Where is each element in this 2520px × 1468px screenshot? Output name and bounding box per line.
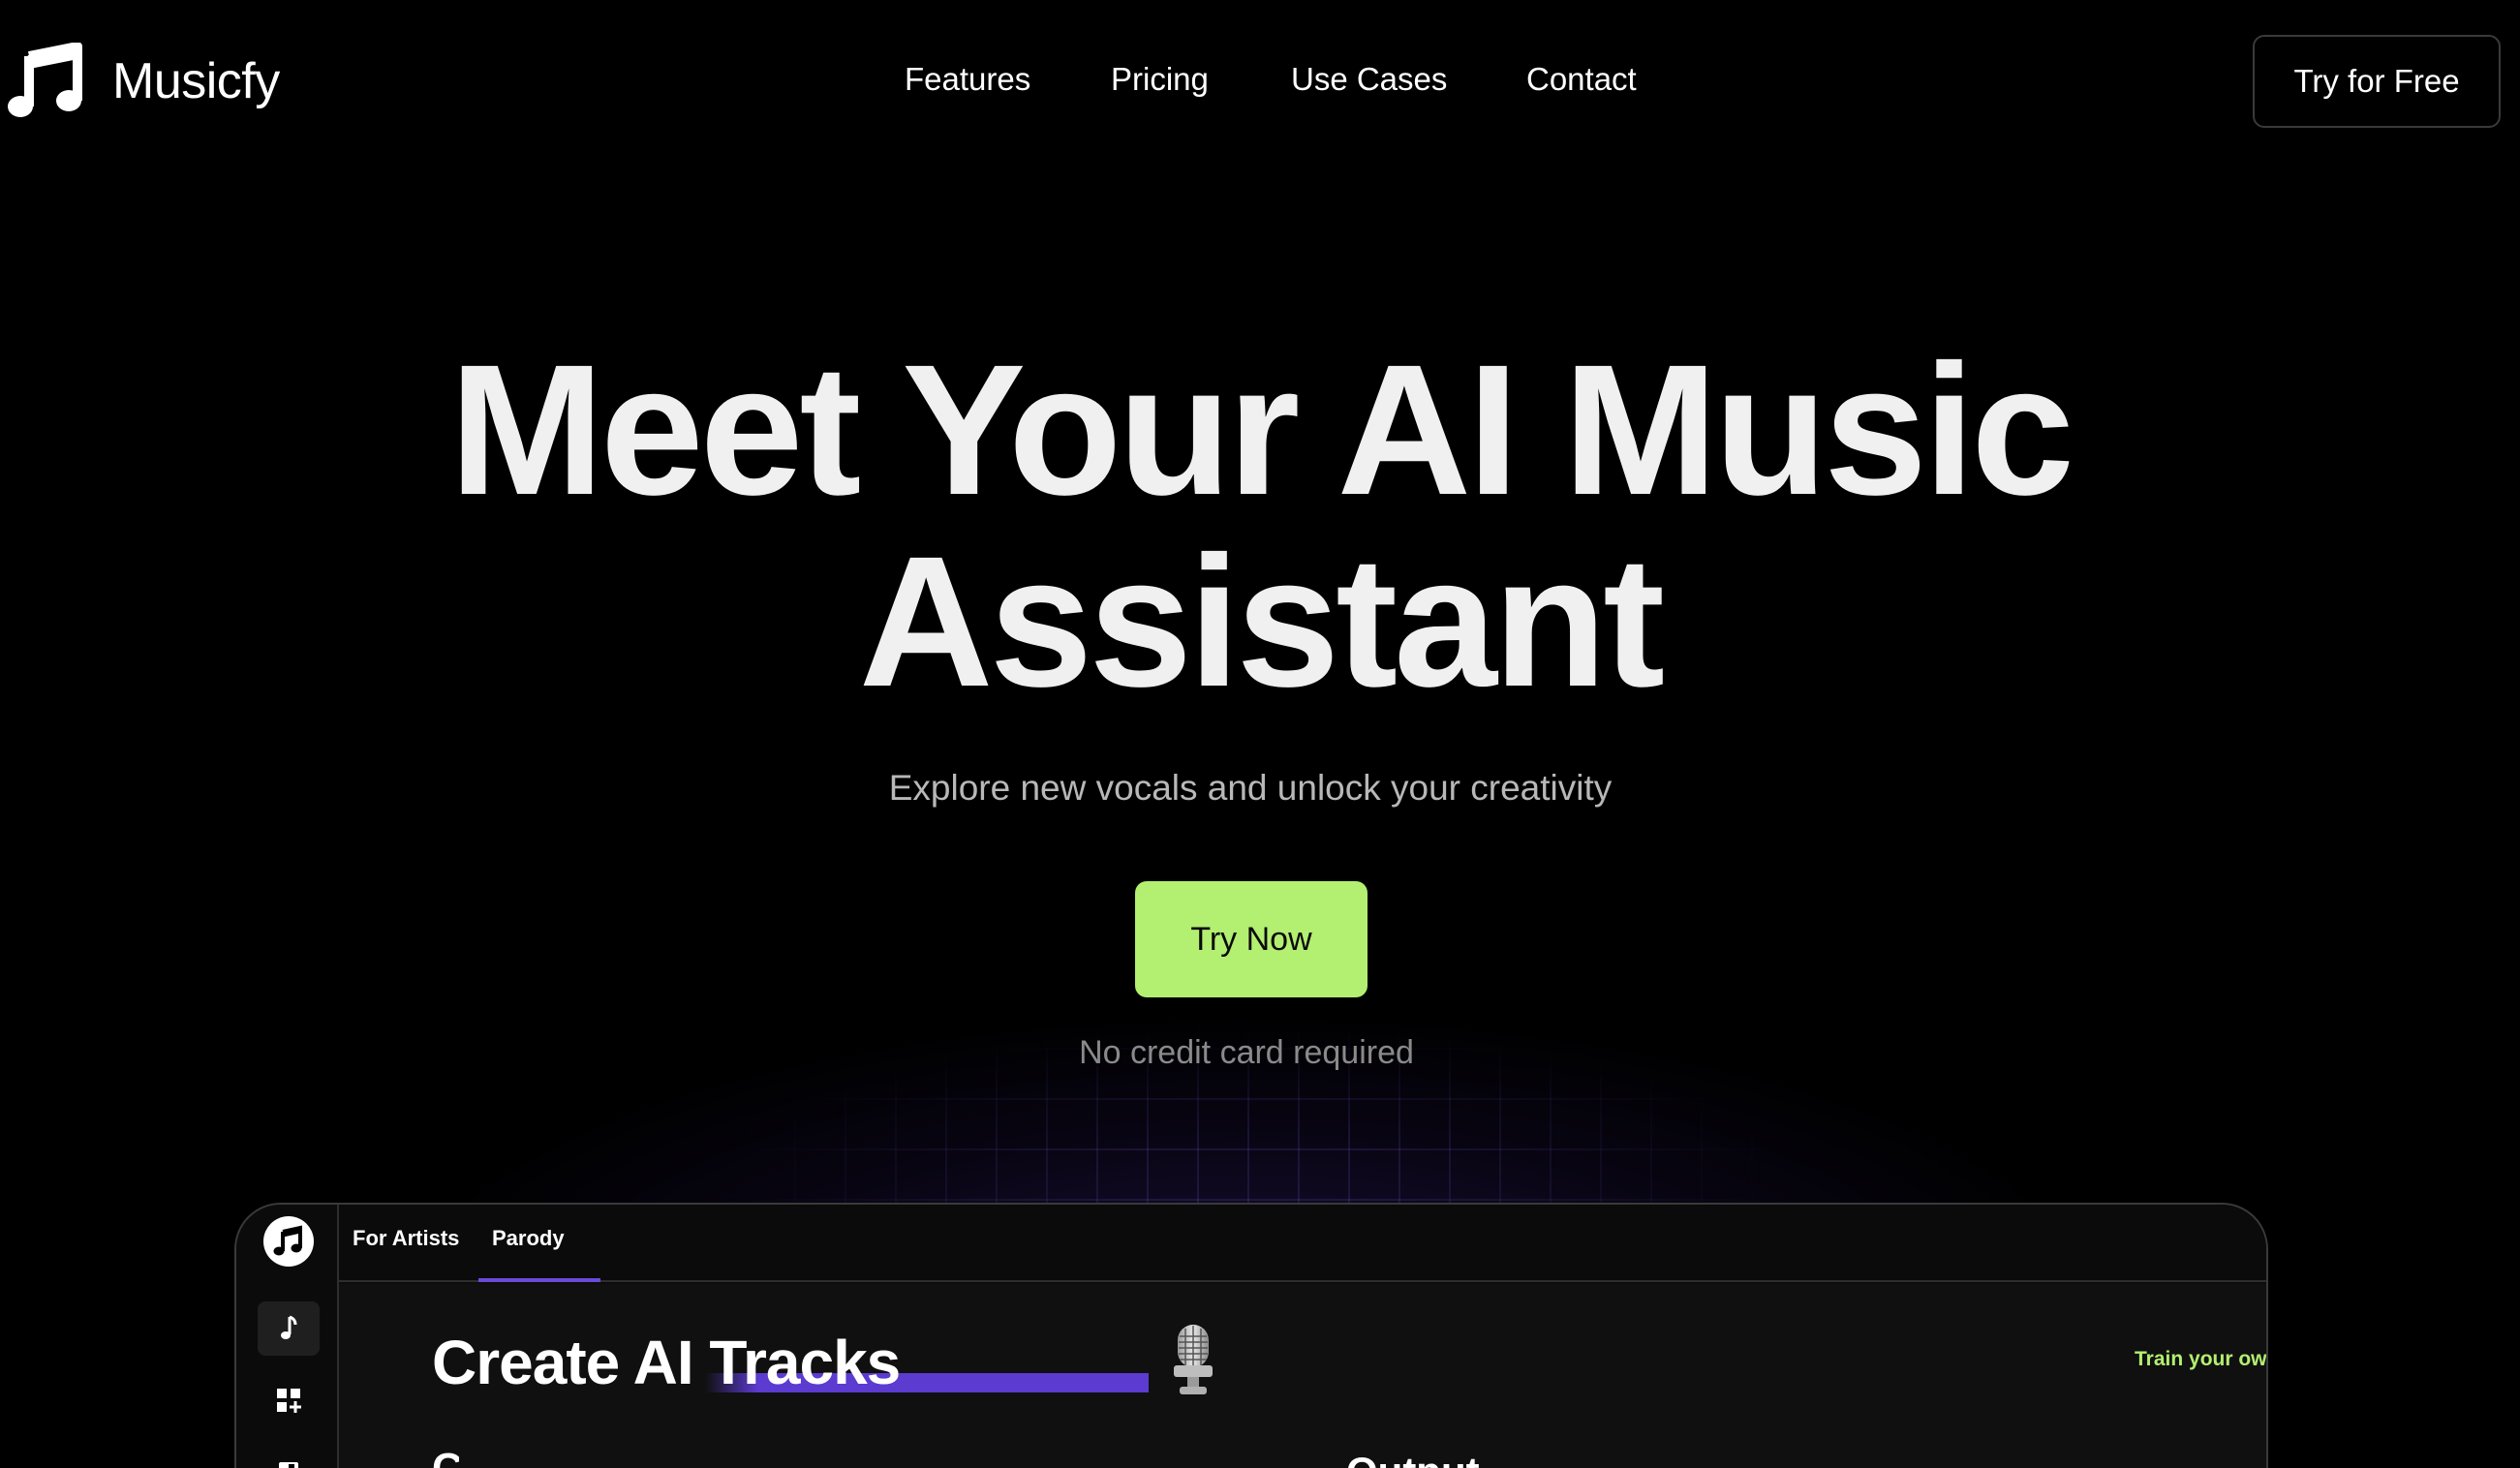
grid-plus-icon — [277, 1389, 301, 1413]
app-preview-window: For Artists Parody Create AI Tracks Trai… — [234, 1203, 2268, 1468]
train-ai-voice-label: Train your own AI Voice — [2135, 1348, 2267, 1370]
input-section-label: C — [432, 1445, 459, 1468]
app-sidebar — [236, 1205, 339, 1468]
try-for-free-button[interactable]: Try for Free — [2253, 35, 2501, 128]
hero-title-line2: Assistant — [858, 517, 1665, 725]
tab-parody[interactable]: Parody — [492, 1226, 565, 1251]
hero-title-line1: Meet Your AI Music — [448, 325, 2074, 534]
create-tracks-heading: Create AI Tracks — [432, 1328, 901, 1397]
sidebar-add-widget-button[interactable] — [258, 1373, 320, 1427]
sidebar-document-button[interactable] — [258, 1441, 320, 1468]
nav-links: Features Pricing Use Cases Contact — [0, 58, 2520, 101]
active-tab-indicator — [478, 1278, 600, 1282]
hero-subtitle: Explore new vocals and unlock your creat… — [888, 768, 1613, 808]
app-tab-bar: For Artists Parody — [339, 1205, 2266, 1282]
music-note-icon — [281, 1315, 297, 1339]
nav-link-features[interactable]: Features — [905, 58, 1030, 101]
background-grid — [542, 997, 1976, 1210]
nav-link-contact[interactable]: Contact — [1526, 58, 1637, 101]
no-credit-card-note: No credit card required — [1079, 1034, 1414, 1071]
music-note-logo-icon — [273, 1225, 302, 1256]
top-navigation: Musicfy Features Pricing Use Cases Conta… — [0, 0, 2520, 161]
app-logo[interactable] — [263, 1216, 314, 1267]
nav-link-use-cases[interactable]: Use Cases — [1291, 58, 1447, 101]
nav-link-pricing[interactable]: Pricing — [1111, 58, 1209, 101]
output-section-label: Output — [1346, 1449, 1480, 1468]
try-now-button[interactable]: Try Now — [1135, 881, 1368, 997]
train-ai-voice-link[interactable]: Train your own AI Voice — [2135, 1348, 2267, 1371]
hero-title: Meet Your AI Music Assistant — [0, 334, 2520, 718]
microphone-icon — [1174, 1325, 1213, 1394]
document-icon — [279, 1462, 298, 1468]
sidebar-music-button[interactable] — [258, 1301, 320, 1356]
tab-for-artists[interactable]: For Artists — [353, 1226, 459, 1251]
